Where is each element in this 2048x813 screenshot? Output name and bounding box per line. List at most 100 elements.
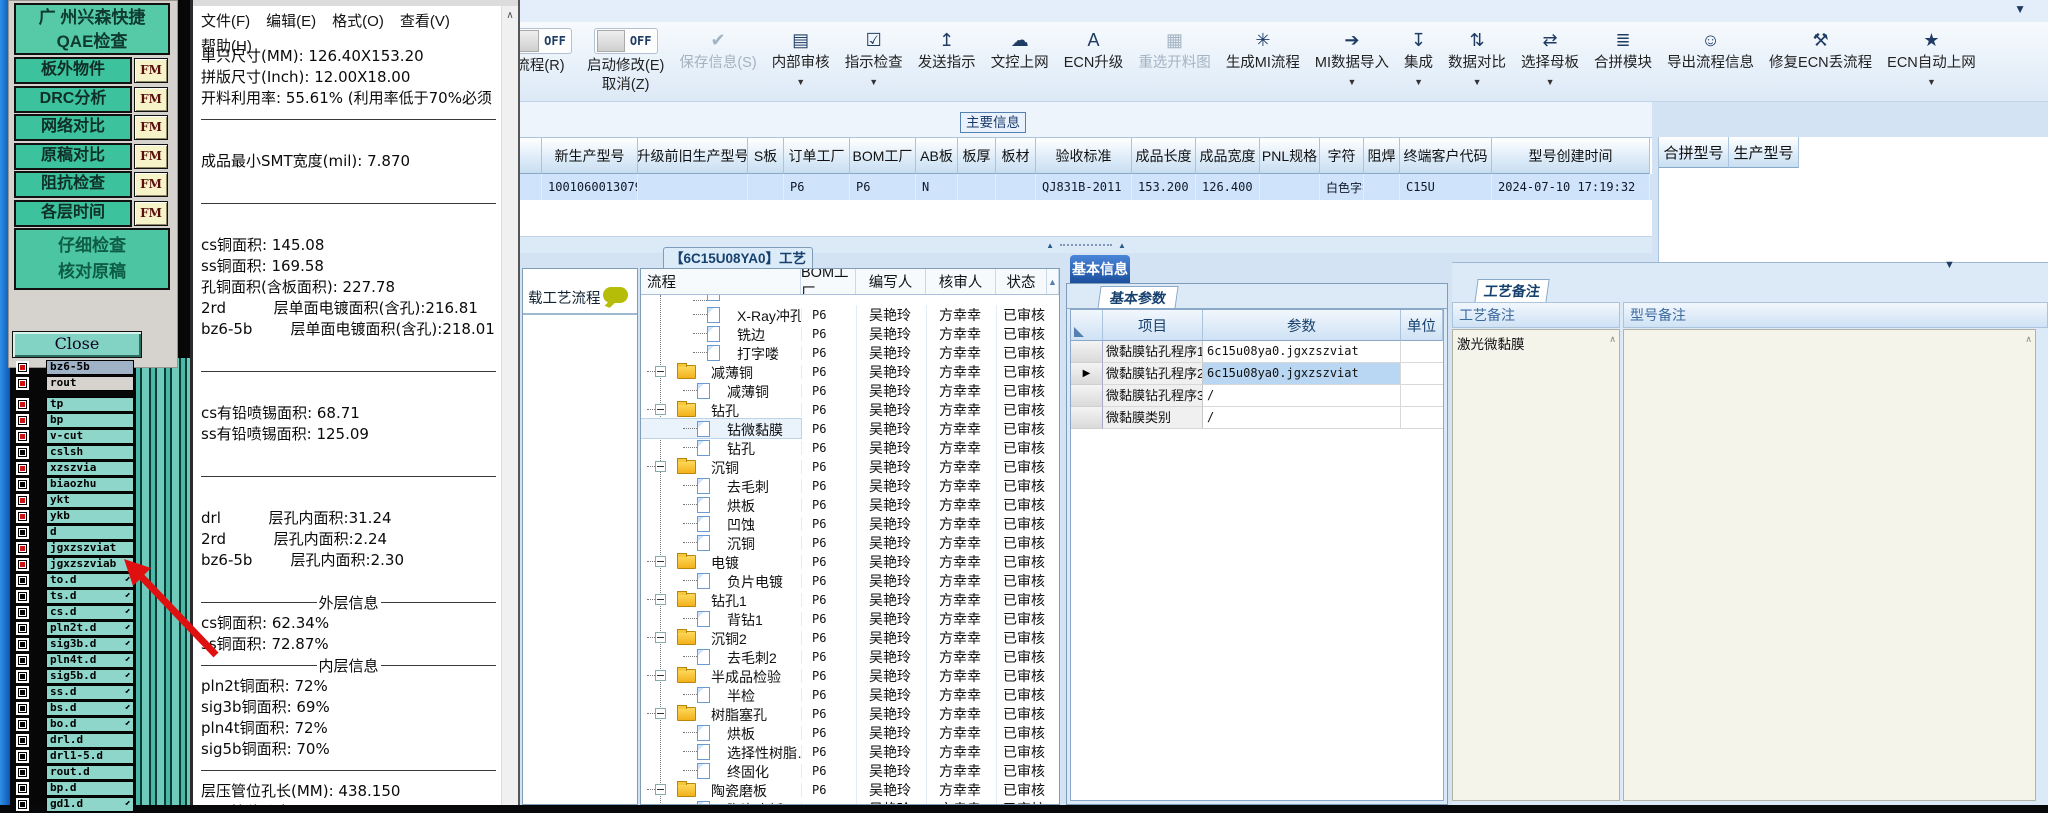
table-cell[interactable]: C15U [1400, 174, 1492, 200]
tree-flow-cell[interactable]: 减薄铜 [641, 362, 801, 381]
tree-row[interactable]: 钻孔 P6 吴艳玲 方幸幸 已审核 [641, 437, 1059, 458]
layer-checkbox[interactable] [16, 622, 29, 635]
dropdown-caret-icon[interactable]: ▼ [869, 73, 878, 91]
layer-checkbox[interactable] [16, 766, 29, 779]
params-header-2[interactable]: 参数 [1203, 310, 1401, 341]
model-remark-textarea[interactable]: ∧ [1623, 329, 2036, 801]
layer-label[interactable]: cslsh [46, 445, 134, 460]
table-cell[interactable]: N [916, 174, 958, 200]
layer-label[interactable]: rout.d [46, 765, 134, 780]
table-cell[interactable] [1260, 174, 1320, 200]
toolbar-button-smiley[interactable]: ☺ 导出流程信息 [1667, 28, 1754, 91]
tree-flow-cell[interactable]: 钻孔 [641, 400, 801, 419]
tree-col-2[interactable]: 编写人 [856, 269, 926, 294]
qae-button-6[interactable]: 各层时间 [14, 199, 132, 227]
tree-flow-cell[interactable]: 陶瓷磨板 [641, 799, 801, 804]
table-cell[interactable]: 126.400 [1196, 174, 1260, 200]
splitter-arrow-left-icon[interactable]: ▲ [1046, 241, 1054, 250]
layer-label[interactable]: bz6-5b [46, 360, 134, 375]
table-cell[interactable]: QJ831B-2011 [1036, 174, 1132, 200]
qae-button-4[interactable]: 原稿对比 [14, 142, 132, 170]
layer-checkbox[interactable] [16, 734, 29, 747]
table-cell[interactable] [958, 174, 996, 200]
tree-row[interactable]: 半成品检验 P6 吴艳玲 方幸幸 已审核 [641, 665, 1059, 686]
tree-flow-cell[interactable]: 钻孔 [641, 438, 801, 457]
layer-checkbox[interactable] [16, 478, 29, 491]
tree-row[interactable]: 凹蚀 P6 吴艳玲 方幸幸 已审核 [641, 513, 1059, 534]
table-header-cell[interactable]: 终端客户代码 [1400, 138, 1492, 174]
fm-button[interactable]: FM [134, 200, 168, 226]
speech-bubble-icon[interactable] [603, 287, 628, 303]
layer-checkbox[interactable] [16, 718, 29, 731]
scroll-up-icon[interactable]: ∧ [2025, 334, 2032, 345]
layer-label[interactable]: xzszvia [46, 461, 134, 476]
params-row[interactable]: 微黏膜钻孔程序3/ [1071, 385, 1443, 407]
tree-flow-cell[interactable]: 钻微黏膜 [641, 418, 802, 439]
tree-expand-icon[interactable] [655, 670, 666, 681]
tree-flow-cell[interactable]: 树脂塞孔 [641, 704, 801, 723]
layer-label[interactable]: bp.d [46, 781, 134, 796]
tree-flow-cell[interactable] [641, 295, 801, 305]
layer-label[interactable]: d [46, 525, 134, 540]
tree-row[interactable]: 树脂塞孔 P6 吴艳玲 方幸幸 已审核 [641, 703, 1059, 724]
layer-checkbox[interactable] [16, 446, 29, 459]
param-value-cell[interactable]: / [1203, 385, 1401, 407]
tree-expand-icon[interactable] [655, 404, 666, 415]
layer-checkbox[interactable] [16, 558, 29, 571]
tab-process-remark[interactable]: 工艺备注 [1474, 279, 1550, 303]
layer-checkbox[interactable] [16, 782, 29, 795]
close-button[interactable]: Close [12, 331, 142, 358]
tree-expand-icon[interactable] [655, 632, 666, 643]
tree-row[interactable]: 钻微黏膜 P6 吴艳玲 方幸幸 已审核 [641, 418, 1059, 439]
tree-row[interactable]: 打字喽 P6 吴艳玲 方幸幸 已审核 [641, 342, 1059, 363]
scroll-up-icon[interactable]: ∧ [502, 6, 518, 21]
tree-row[interactable]: 沉铜 P6 吴艳玲 方幸幸 已审核 [641, 532, 1059, 553]
table-header-cell[interactable]: AB板 [916, 138, 958, 174]
toggle-knob[interactable] [596, 30, 625, 52]
tree-expand-icon[interactable] [655, 708, 666, 719]
layer-label[interactable]: bs.d ⬋ [46, 701, 134, 716]
table-cell[interactable]: 2024-07-10 17:19:32 [1492, 174, 1650, 200]
tree-expand-icon[interactable] [655, 594, 666, 605]
toolbar-button-shuffle[interactable]: ⇄ 选择母板 ▼ [1521, 28, 1579, 91]
tree-flow-cell[interactable]: 烘板 [641, 723, 801, 742]
toolbar-button-cloud-upload[interactable]: ☁ 文控上网 [991, 28, 1049, 91]
layer-checkbox[interactable] [16, 398, 29, 411]
table-cell[interactable] [520, 174, 542, 200]
toggle-switch[interactable]: OFF [593, 28, 658, 54]
layer-checkbox[interactable] [16, 590, 29, 603]
tree-row[interactable]: 烘板 P6 吴艳玲 方幸幸 已审核 [641, 494, 1059, 515]
tree-row[interactable]: 电镀 P6 吴艳玲 方幸幸 已审核 [641, 551, 1059, 572]
process-flow-window-title[interactable]: 【6C15U08YA0】工艺流程 [663, 247, 813, 287]
params-row[interactable]: 微黏膜类别 / [1071, 407, 1443, 429]
param-value-cell[interactable]: 6c15u08ya0.jgxzszviat [1203, 363, 1401, 385]
layer-label[interactable]: sig5b.d ⬋ [46, 669, 134, 684]
tree-row[interactable]: 选择性树脂…P6吴艳玲方幸幸已审核 [641, 741, 1059, 762]
tree-row[interactable]: 背钻1 P6 吴艳玲 方幸幸 已审核 [641, 608, 1059, 629]
toolbar-button-download[interactable]: ↧ 集成 ▼ [1404, 28, 1433, 91]
tree-flow-cell[interactable]: 选择性树脂… [641, 742, 801, 761]
tree-row[interactable]: 减薄铜 P6 吴艳玲 方幸幸 已审核 [641, 380, 1059, 401]
qae-button-3[interactable]: 网络对比 [14, 114, 132, 141]
table-header-cell[interactable]: 字符 [1320, 138, 1364, 174]
tree-flow-cell[interactable]: 半成品检验 [641, 666, 801, 685]
tab-main-info[interactable]: 主要信息 [960, 112, 1026, 133]
row-selector[interactable] [1071, 407, 1103, 429]
table-cell[interactable] [748, 174, 784, 200]
layer-checkbox[interactable] [16, 462, 29, 475]
notepad-text-area[interactable]: 单只尺寸(MM): 126.40X153.20 拼版尺寸(Inch): 12.00… [193, 46, 502, 805]
basic-info-window-title[interactable]: 基本信息 [1070, 255, 1130, 283]
layer-checkbox[interactable] [16, 702, 29, 715]
qae-button-1[interactable]: 板外物件 [14, 57, 132, 84]
toggle-knob[interactable] [520, 30, 539, 52]
fm-button[interactable]: FM [134, 58, 168, 83]
toolbar-toggle[interactable]: OFF 启动修改(E) 取消(Z) [587, 28, 664, 95]
tree-col-1[interactable]: BOM工厂 [801, 269, 856, 294]
fm-button[interactable]: FM [134, 86, 168, 112]
layer-checkbox[interactable] [16, 606, 29, 619]
params-row[interactable]: ▶ 微黏膜钻孔程序2 6c15u08ya0.jgxzszviat [1071, 363, 1443, 385]
sort-arrow-icon[interactable]: ▲ [1048, 277, 1057, 287]
params-row[interactable]: 微黏膜钻孔程序1 6c15u08ya0.jgxzszviat [1071, 341, 1443, 363]
splitter-arrow-right-icon[interactable]: ▲ [1118, 241, 1126, 250]
dropdown-caret-icon[interactable]: ▼ [1348, 73, 1357, 91]
